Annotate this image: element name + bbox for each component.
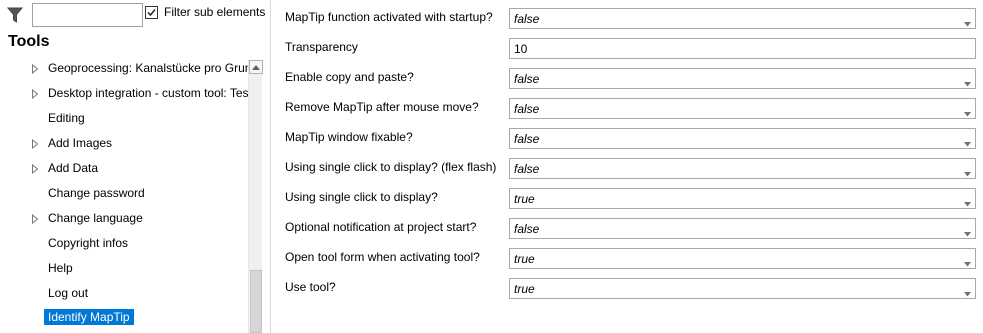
tree-item[interactable]: Geoprocessing: Kanalstücke pro Grund — [0, 58, 248, 78]
expand-arrow-icon[interactable] — [31, 88, 39, 100]
tree-item[interactable]: Add Data — [0, 158, 248, 178]
scroll-up-button[interactable] — [249, 60, 263, 74]
property-row: Use tool? true — [271, 277, 983, 307]
tree-item[interactable]: Log out — [0, 283, 248, 303]
property-row: Open tool form when activating tool? true — [271, 247, 983, 277]
property-dropdown[interactable]: false — [509, 68, 976, 89]
tree-item[interactable]: Help — [0, 258, 248, 278]
filter-sub-elements-label: Filter sub elements — [164, 5, 266, 19]
property-label: Optional notification at project start? — [285, 220, 477, 234]
property-row: MapTip function activated with startup? f… — [271, 7, 983, 37]
property-dropdown[interactable]: true — [509, 248, 976, 269]
property-label: Using single click to display? (flex fla… — [285, 160, 497, 174]
expand-arrow-icon[interactable] — [31, 213, 39, 225]
expand-arrow-icon[interactable] — [31, 138, 39, 150]
property-label: Transparency — [285, 40, 358, 54]
property-row: MapTip window fixable? false — [271, 127, 983, 157]
property-value: false — [514, 132, 540, 146]
property-dropdown[interactable]: false — [509, 218, 976, 239]
property-value: false — [514, 72, 540, 86]
tools-pane: Filter sub elements Tools Geoprocessing:… — [0, 0, 265, 333]
tree-item[interactable]: Desktop integration - custom tool: Test — [0, 83, 248, 103]
tree-item-label: Identify MapTip — [44, 309, 134, 325]
property-value: false — [514, 222, 540, 236]
chevron-down-icon[interactable] — [964, 16, 971, 27]
tree-item-label: Copyright infos — [48, 236, 129, 250]
tree-item-label: Help — [48, 261, 73, 275]
tree-item-label: Add Data — [48, 161, 99, 175]
property-dropdown[interactable]: false — [509, 128, 976, 149]
property-value: true — [514, 252, 535, 266]
tree-item-label: Geoprocessing: Kanalstücke pro Grund — [48, 61, 248, 75]
property-value: false — [514, 102, 540, 116]
filter-input[interactable] — [32, 3, 143, 27]
chevron-down-icon[interactable] — [964, 196, 971, 207]
expand-arrow-icon[interactable] — [31, 163, 39, 175]
property-label: MapTip window fixable? — [285, 130, 413, 144]
tree-item[interactable]: Add Images — [0, 133, 248, 153]
property-row: Using single click to display? true — [271, 187, 983, 217]
chevron-down-icon[interactable] — [964, 166, 971, 177]
tree-item-label: Log out — [48, 286, 89, 300]
tools-title: Tools — [8, 33, 50, 50]
chevron-down-icon[interactable] — [964, 106, 971, 117]
property-label: Enable copy and paste? — [285, 70, 414, 84]
property-value: false — [514, 12, 540, 26]
property-row: Transparency 10 — [271, 37, 983, 67]
chevron-down-icon[interactable] — [964, 286, 971, 297]
filter-icon[interactable] — [6, 6, 24, 24]
scroll-thumb[interactable] — [250, 270, 262, 333]
tree-item-label: Change password — [48, 186, 145, 200]
tree-item[interactable]: Change password — [0, 183, 248, 203]
tree-item[interactable]: Change language — [0, 208, 248, 228]
settings-window: Filter sub elements Tools Geoprocessing:… — [0, 0, 983, 333]
checkbox-box[interactable] — [145, 5, 158, 19]
property-label: Use tool? — [285, 280, 336, 294]
property-row: Using single click to display? (flex fla… — [271, 157, 983, 187]
tree-item-label: Desktop integration - custom tool: Test — [48, 86, 248, 100]
property-label: Open tool form when activating tool? — [285, 250, 480, 264]
checkmark-icon — [147, 8, 156, 16]
property-row: Enable copy and paste? false — [271, 67, 983, 97]
tools-tree: Geoprocessing: Kanalstücke pro Grund Desk… — [0, 57, 248, 333]
tree-item[interactable]: Copyright infos — [0, 233, 248, 253]
property-value: 10 — [514, 42, 528, 56]
chevron-down-icon[interactable] — [964, 136, 971, 147]
property-value: true — [514, 282, 535, 296]
tree-item-label: Change language — [48, 211, 143, 225]
property-text-field[interactable]: 10 — [509, 38, 976, 59]
property-value: false — [514, 162, 540, 176]
chevron-down-icon[interactable] — [964, 226, 971, 237]
tree-item-label: Editing — [48, 111, 85, 125]
chevron-down-icon[interactable] — [964, 76, 971, 87]
property-dropdown[interactable]: false — [509, 98, 976, 119]
property-label: Remove MapTip after mouse move? — [285, 100, 479, 114]
property-value: true — [514, 192, 535, 206]
tree-scrollbar[interactable] — [248, 60, 263, 333]
expand-arrow-icon[interactable] — [31, 63, 39, 75]
property-row: Optional notification at project start? f… — [271, 217, 983, 247]
property-label: MapTip function activated with startup? — [285, 10, 493, 24]
property-dropdown[interactable]: true — [509, 188, 976, 209]
chevron-up-icon — [252, 64, 260, 70]
filter-sub-elements-checkbox[interactable]: Filter sub elements — [145, 4, 265, 20]
property-row: Remove MapTip after mouse move? false — [271, 97, 983, 127]
tree-item[interactable]: Identify MapTip — [0, 308, 248, 328]
property-label: Using single click to display? — [285, 190, 438, 204]
property-dropdown[interactable]: false — [509, 158, 976, 179]
tree-item-label: Add Images — [48, 136, 113, 150]
property-dropdown[interactable]: true — [509, 278, 976, 299]
property-dropdown[interactable]: false — [509, 8, 976, 29]
tree-item[interactable]: Editing — [0, 108, 248, 128]
chevron-down-icon[interactable] — [964, 256, 971, 267]
properties-pane: MapTip function activated with startup? f… — [271, 0, 983, 333]
